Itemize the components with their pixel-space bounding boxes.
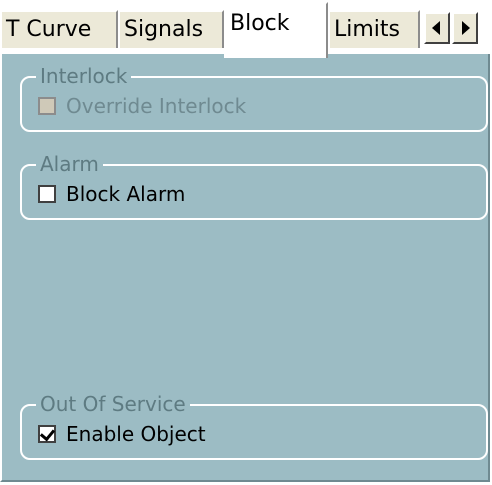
- alarm-group: Alarm Block Alarm: [20, 152, 488, 220]
- tab-scroll-left-button[interactable]: [424, 12, 450, 44]
- override-interlock-checkbox[interactable]: [38, 97, 56, 115]
- tab-limits[interactable]: Limits: [328, 10, 420, 48]
- block-alarm-label[interactable]: Block Alarm: [66, 182, 185, 206]
- tab-scroll-right-button[interactable]: [452, 12, 478, 44]
- arrow-left-icon: [432, 21, 440, 35]
- out-of-service-group: Out Of Service Enable Object: [20, 392, 488, 460]
- alarm-group-title: Alarm: [36, 152, 103, 176]
- enable-object-label[interactable]: Enable Object: [66, 422, 206, 446]
- enable-object-row: Enable Object: [38, 422, 206, 446]
- interlock-group-title: Interlock: [36, 64, 132, 88]
- block-tab-panel: Interlock Override Interlock Alarm Block…: [0, 54, 490, 482]
- out-of-service-group-title: Out Of Service: [36, 392, 190, 416]
- override-interlock-label: Override Interlock: [66, 94, 247, 118]
- arrow-right-icon: [462, 21, 470, 35]
- checkmark-icon: [39, 425, 56, 442]
- override-interlock-row: Override Interlock: [38, 94, 246, 118]
- tab-bar: T Curve Signals Block Limits: [0, 0, 492, 58]
- tab-t-curve[interactable]: T Curve: [0, 10, 118, 48]
- block-alarm-checkbox[interactable]: [38, 185, 56, 203]
- interlock-group: Interlock Override Interlock: [20, 64, 488, 132]
- tab-signals[interactable]: Signals: [118, 10, 224, 48]
- enable-object-checkbox[interactable]: [38, 425, 56, 443]
- tab-block[interactable]: Block: [224, 2, 328, 58]
- block-alarm-row: Block Alarm: [38, 182, 185, 206]
